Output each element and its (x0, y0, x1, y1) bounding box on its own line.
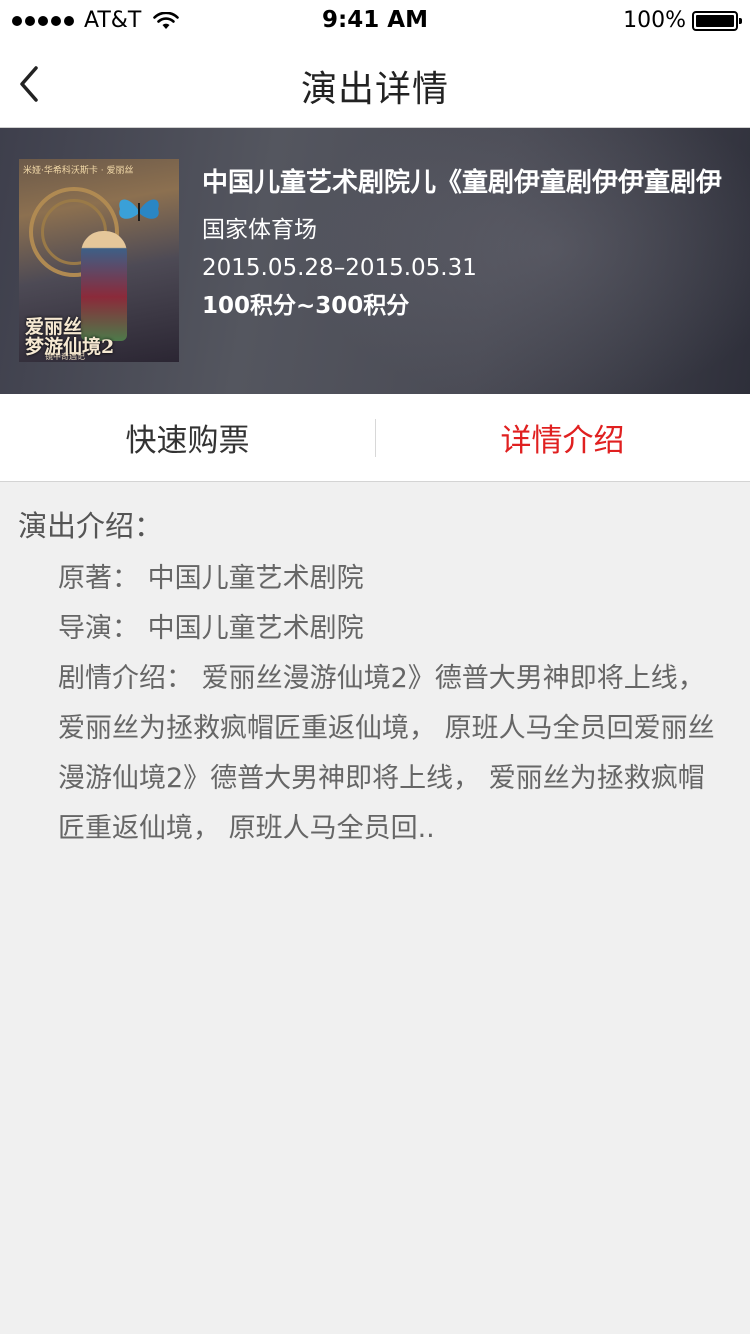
show-date: 2015.05.28–2015.05.31 (202, 255, 477, 281)
show-venue: 国家体育场 (202, 217, 317, 243)
show-price: 100积分~300积分 (202, 293, 410, 319)
intro-section: 演出介绍： 原著： 中国儿童艺术剧院 导演： 中国儿童艺术剧院 剧情介绍： 爱丽… (0, 482, 750, 854)
show-info: 中国儿童艺术剧院儿《童剧伊童剧伊伊童剧伊 国家体育场 2015.05.28–20… (202, 166, 722, 321)
show-poster[interactable]: 米娅·华希科沃斯卡 · 爱丽丝 爱丽丝 梦游仙境2 镜中奇遇记 (19, 159, 179, 362)
show-title: 中国儿童艺术剧院儿《童剧伊童剧伊伊童剧伊 (202, 168, 723, 198)
show-banner: 米娅·华希科沃斯卡 · 爱丽丝 爱丽丝 梦游仙境2 镜中奇遇记 中国儿童艺术剧院… (0, 128, 750, 394)
status-bar: AT&T 9:41 AM 100% (0, 0, 750, 40)
page-title: 演出详情 (300, 69, 449, 110)
original-work-row: 原著： 中国儿童艺术剧院 (58, 563, 364, 594)
plot-description: 剧情介绍： 爱丽丝漫游仙境2》德普大男神即将上线， 爱丽丝为拯救疯帽匠重返仙境，… (58, 663, 715, 844)
poster-top-line: 米娅·华希科沃斯卡 · 爱丽丝 (23, 166, 134, 176)
tab-divider (375, 419, 376, 457)
poster-subtitle: 镜中奇遇记 (45, 352, 85, 361)
intro-heading: 演出介绍： (18, 509, 164, 543)
butterfly-icon (119, 199, 159, 221)
tab-bar: 快速购票 详情介绍 (0, 394, 750, 482)
nav-bar: 演出详情 (0, 40, 750, 128)
status-right: 100% (623, 8, 742, 33)
battery-icon (692, 10, 742, 31)
battery-percent: 100% (623, 8, 686, 33)
director-row: 导演： 中国儿童艺术剧院 (58, 613, 364, 644)
tab-details[interactable]: 详情介绍 (375, 394, 750, 481)
tab-quick-buy[interactable]: 快速购票 (0, 394, 375, 481)
